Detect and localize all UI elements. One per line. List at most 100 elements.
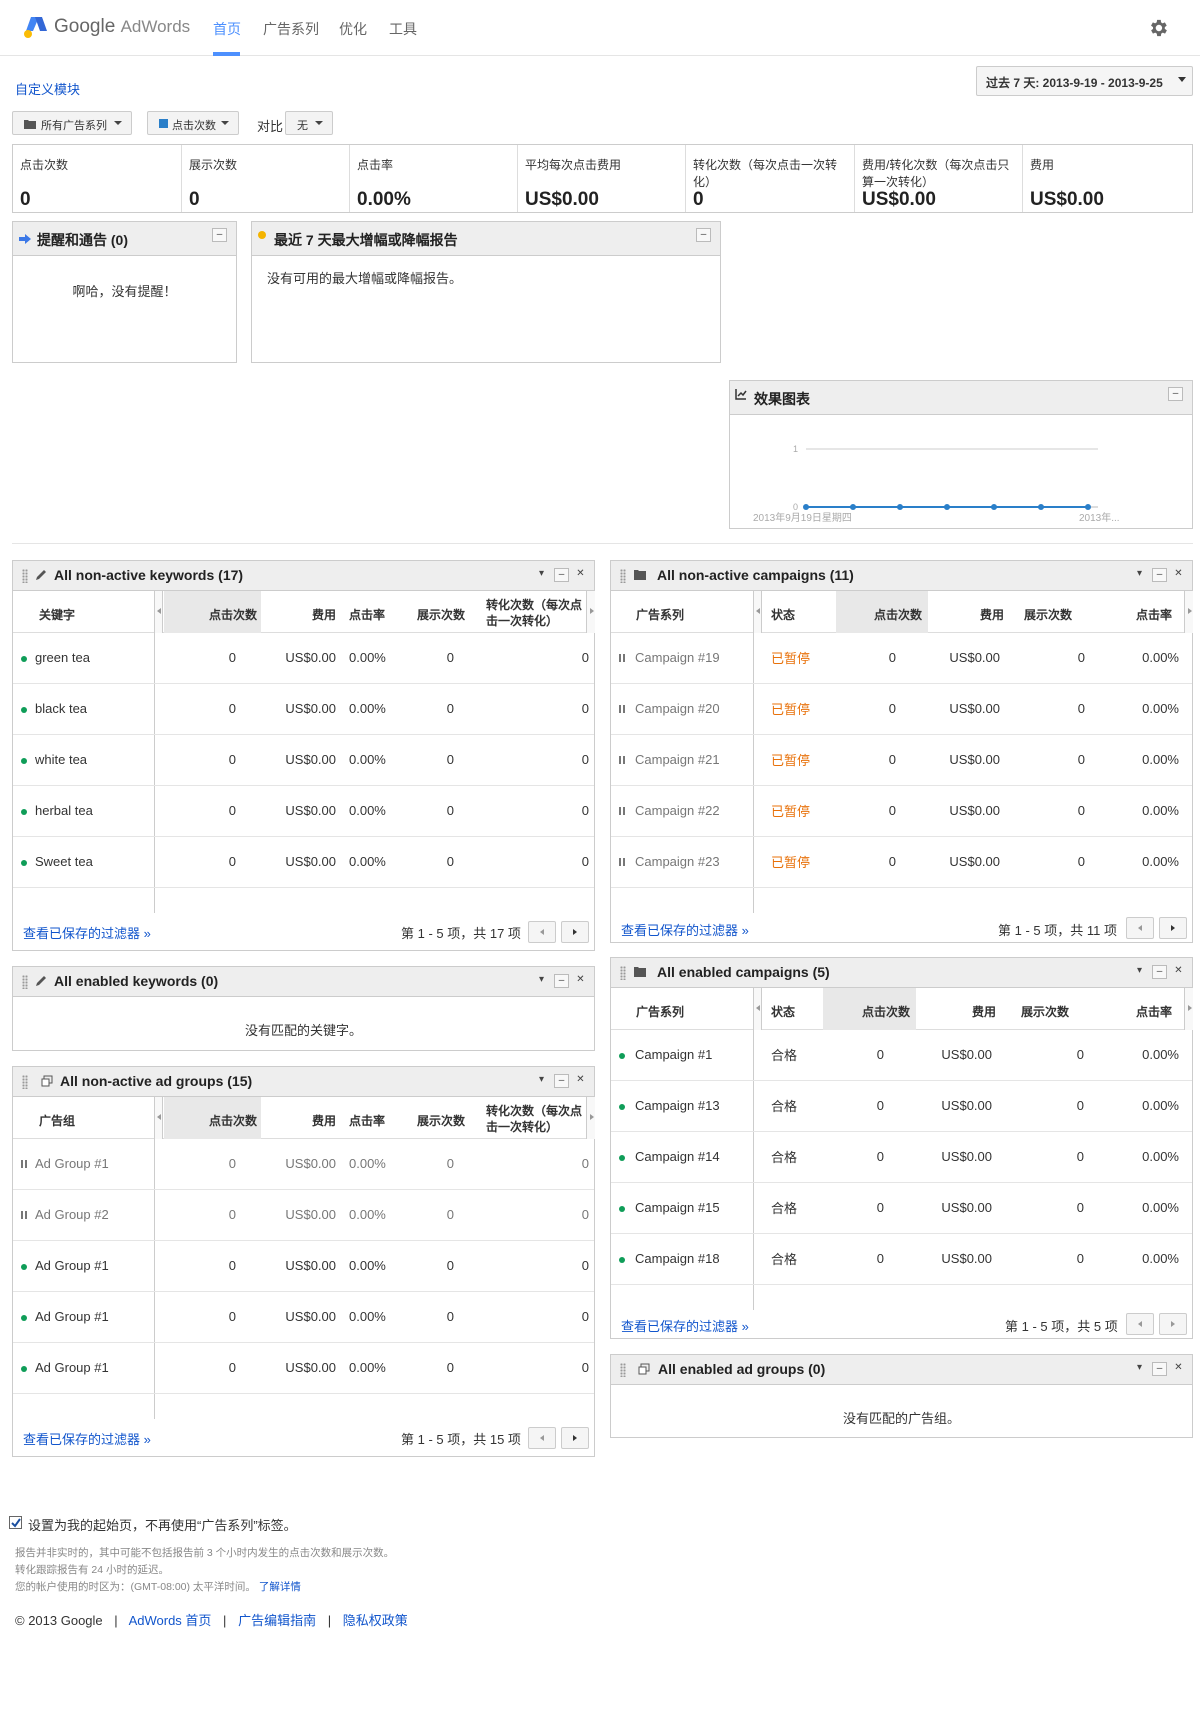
campaign-status[interactable]: 已暂停 xyxy=(771,699,810,718)
data-point[interactable] xyxy=(1038,504,1044,510)
minimize-button[interactable]: – xyxy=(554,568,569,582)
drag-handle[interactable] xyxy=(22,569,28,583)
col-campaign[interactable]: 广告系列 xyxy=(636,988,684,1030)
saved-filters-link[interactable]: 查看已保存的过滤器 » xyxy=(621,920,749,939)
campaign-name[interactable]: Campaign #21 xyxy=(635,752,720,767)
table-row[interactable]: Ad Group #1 0 US$0.00 0.00% 0 0 xyxy=(13,1343,594,1394)
table-row[interactable]: Campaign #13 合格 0 US$0.00 0 0.00% xyxy=(611,1081,1192,1132)
col-clicks[interactable]: 点击次数 xyxy=(823,988,916,1030)
campaign-name[interactable]: Campaign #22 xyxy=(635,803,720,818)
nav-tools[interactable]: 工具 xyxy=(389,19,417,39)
table-row[interactable]: Campaign #15 合格 0 US$0.00 0 0.00% xyxy=(611,1183,1192,1234)
campaign-status[interactable]: 合格 xyxy=(771,1198,797,1217)
keyword-name[interactable]: herbal tea xyxy=(35,803,93,818)
minimize-button[interactable]: – xyxy=(554,1074,569,1088)
metric-conversions[interactable]: 转化次数（每次点击一次转化） 0 xyxy=(686,145,855,212)
ad-group-name[interactable]: Ad Group #1 xyxy=(35,1156,109,1171)
options-dropdown[interactable]: ▾ xyxy=(534,1074,549,1088)
table-row[interactable]: Campaign #22 已暂停 0 US$0.00 0 0.00% xyxy=(611,786,1192,837)
campaign-name[interactable]: Campaign #23 xyxy=(635,854,720,869)
col-keyword[interactable]: 关键字 xyxy=(39,591,75,633)
start-page-label[interactable]: 设置为我的起始页，不再使用“广告系列”标签。 xyxy=(28,1515,297,1534)
nav-optimize[interactable]: 优化 xyxy=(339,19,367,39)
options-dropdown[interactable]: ▾ xyxy=(1132,1362,1147,1376)
scroll-left-button[interactable] xyxy=(753,591,762,633)
prev-page-button[interactable] xyxy=(528,921,556,943)
table-row[interactable]: Sweet tea 0 US$0.00 0.00% 0 0 xyxy=(13,837,594,888)
close-icon[interactable]: ✕ xyxy=(1171,965,1186,979)
keyword-name[interactable]: Sweet tea xyxy=(35,854,93,869)
campaign-name[interactable]: Campaign #13 xyxy=(635,1098,720,1113)
col-campaign[interactable]: 广告系列 xyxy=(636,591,684,633)
saved-filters-link[interactable]: 查看已保存的过滤器 » xyxy=(621,1316,749,1335)
scroll-left-button[interactable] xyxy=(154,1097,163,1139)
campaign-name[interactable]: Campaign #20 xyxy=(635,701,720,716)
ad-group-name[interactable]: Ad Group #1 xyxy=(35,1258,109,1273)
ad-group-name[interactable]: Ad Group #1 xyxy=(35,1360,109,1375)
saved-filters-link[interactable]: 查看已保存的过滤器 » xyxy=(23,1429,151,1448)
campaign-filter-dropdown[interactable]: 所有广告系列 xyxy=(12,111,132,135)
options-dropdown[interactable]: ▾ xyxy=(534,568,549,582)
next-page-button[interactable] xyxy=(1159,917,1187,939)
keyword-name[interactable]: white tea xyxy=(35,752,87,767)
metric-ctr[interactable]: 点击率 0.00% xyxy=(350,145,518,212)
table-row[interactable]: green tea 0 US$0.00 0.00% 0 0 xyxy=(13,633,594,684)
drag-handle[interactable] xyxy=(620,966,626,980)
close-icon[interactable]: ✕ xyxy=(573,974,588,988)
table-row[interactable]: Campaign #20 已暂停 0 US$0.00 0 0.00% xyxy=(611,684,1192,735)
scroll-left-button[interactable] xyxy=(154,591,163,633)
table-row[interactable]: Ad Group #1 0 US$0.00 0.00% 0 0 xyxy=(13,1139,594,1190)
scroll-left-button[interactable] xyxy=(753,988,762,1030)
table-row[interactable]: Campaign #23 已暂停 0 US$0.00 0 0.00% xyxy=(611,837,1192,888)
options-dropdown[interactable]: ▾ xyxy=(1132,965,1147,979)
data-point[interactable] xyxy=(991,504,997,510)
metric-impressions[interactable]: 展示次数 0 xyxy=(182,145,350,212)
col-conversions[interactable]: 转化次数（每次点击一次转化） xyxy=(486,591,589,633)
next-page-button[interactable] xyxy=(561,1427,589,1449)
campaign-status[interactable]: 合格 xyxy=(771,1249,797,1268)
close-icon[interactable]: ✕ xyxy=(1171,1362,1186,1376)
col-ctr[interactable]: 点击率 xyxy=(349,591,385,633)
minimize-button[interactable]: – xyxy=(554,974,569,988)
nav-campaigns[interactable]: 广告系列 xyxy=(263,19,319,39)
data-point[interactable] xyxy=(944,504,950,510)
table-row[interactable]: Campaign #21 已暂停 0 US$0.00 0 0.00% xyxy=(611,735,1192,786)
campaign-name[interactable]: Campaign #1 xyxy=(635,1047,712,1062)
collapse-button[interactable]: – xyxy=(1168,387,1183,401)
table-row[interactable]: herbal tea 0 US$0.00 0.00% 0 0 xyxy=(13,786,594,837)
start-page-checkbox[interactable] xyxy=(9,1516,22,1529)
options-dropdown[interactable]: ▾ xyxy=(1132,568,1147,582)
ad-group-name[interactable]: Ad Group #1 xyxy=(35,1309,109,1324)
scroll-right-button[interactable] xyxy=(1184,591,1193,633)
prev-page-button[interactable] xyxy=(1126,917,1154,939)
col-impressions[interactable]: 展示次数 xyxy=(1024,591,1072,633)
drag-handle[interactable] xyxy=(620,1363,626,1377)
metric-cost-per-conv[interactable]: 费用/转化次数（每次点击只算一次转化） US$0.00 xyxy=(855,145,1023,212)
metric-dropdown[interactable]: 点击次数 xyxy=(147,111,239,135)
table-row[interactable]: Campaign #1 合格 0 US$0.00 0 0.00% xyxy=(611,1030,1192,1081)
metric-cost[interactable]: 费用 US$0.00 xyxy=(1023,145,1192,212)
metric-avg-cpc[interactable]: 平均每次点击费用 US$0.00 xyxy=(518,145,686,212)
adwords-logo-icon[interactable] xyxy=(22,14,48,40)
col-ctr[interactable]: 点击率 xyxy=(1136,591,1172,633)
col-cost[interactable]: 费用 xyxy=(941,591,1004,633)
metric-clicks[interactable]: 点击次数 0 xyxy=(13,145,182,212)
drag-handle[interactable] xyxy=(620,569,626,583)
close-icon[interactable]: ✕ xyxy=(1171,568,1186,582)
next-page-button[interactable] xyxy=(1159,1313,1187,1335)
minimize-button[interactable]: – xyxy=(1152,965,1167,979)
campaign-name[interactable]: Campaign #15 xyxy=(635,1200,720,1215)
table-row[interactable]: white tea 0 US$0.00 0.00% 0 0 xyxy=(13,735,594,786)
col-status[interactable]: 状态 xyxy=(771,591,795,633)
col-cost[interactable]: 费用 xyxy=(931,988,996,1030)
close-icon[interactable]: ✕ xyxy=(573,568,588,582)
col-cost[interactable]: 费用 xyxy=(261,1097,336,1139)
scroll-right-button[interactable] xyxy=(1184,988,1193,1030)
table-row[interactable]: Campaign #14 合格 0 US$0.00 0 0.00% xyxy=(611,1132,1192,1183)
saved-filters-link[interactable]: 查看已保存的过滤器 » xyxy=(23,923,151,942)
editorial-guide-link[interactable]: 广告编辑指南 xyxy=(238,1613,316,1628)
date-range-selector[interactable]: 过去 7 天: 2013-9-19 - 2013-9-25 xyxy=(976,66,1193,96)
compare-dropdown[interactable]: 无 xyxy=(285,111,333,135)
col-impressions[interactable]: 展示次数 xyxy=(1021,988,1069,1030)
col-clicks[interactable]: 点击次数 xyxy=(836,591,928,633)
